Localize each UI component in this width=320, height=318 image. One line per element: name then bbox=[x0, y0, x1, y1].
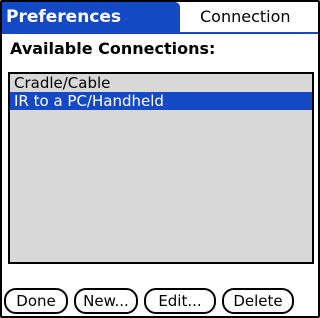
app-window: Preferences Connection Available Connect… bbox=[0, 0, 320, 318]
delete-button[interactable]: Delete bbox=[222, 288, 294, 314]
list-item-selected[interactable]: IR to a PC/Handheld bbox=[10, 92, 312, 110]
title-bar: Preferences Connection bbox=[2, 2, 318, 34]
button-bar: Done New... Edit... Delete bbox=[4, 288, 316, 316]
section-label: Available Connections: bbox=[10, 39, 216, 58]
list-item[interactable]: Cradle/Cable bbox=[10, 74, 312, 92]
edit-button[interactable]: Edit... bbox=[144, 288, 216, 314]
new-button[interactable]: New... bbox=[74, 288, 138, 314]
done-button[interactable]: Done bbox=[4, 288, 68, 314]
connections-list[interactable]: Cradle/Cable IR to a PC/Handheld bbox=[8, 72, 314, 264]
app-title[interactable]: Preferences bbox=[2, 2, 180, 32]
category-selector[interactable]: Connection bbox=[200, 2, 318, 32]
